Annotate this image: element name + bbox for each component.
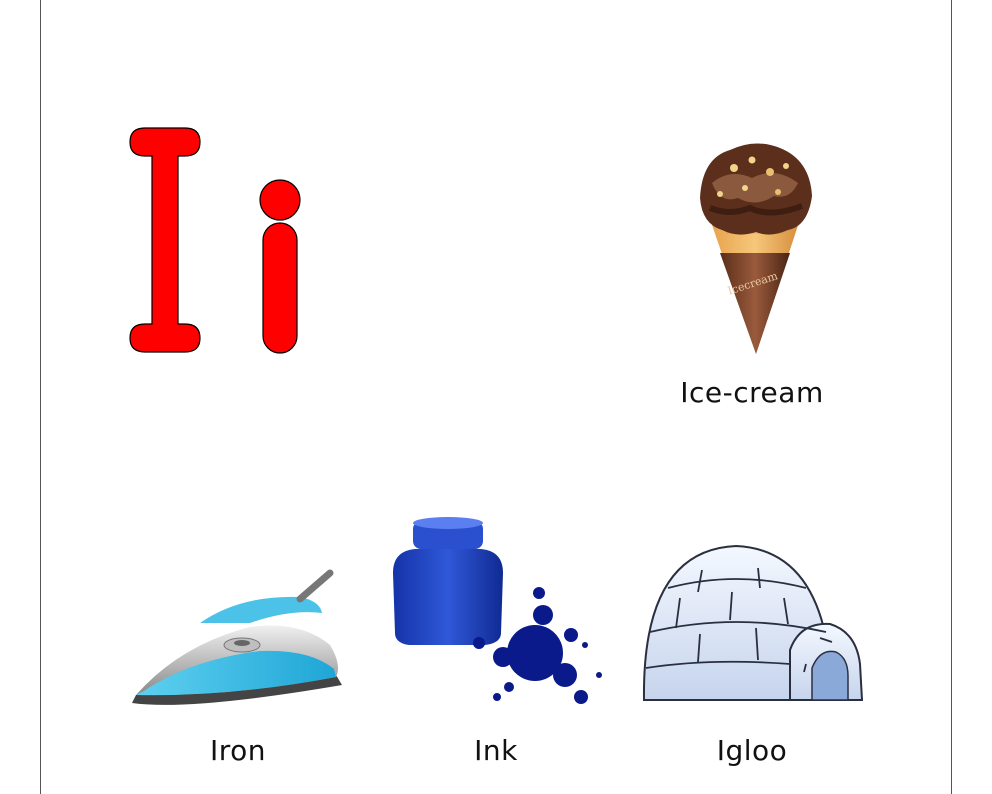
letter-lowercase-i (259, 179, 301, 354)
label-iron: Iron (209, 734, 267, 767)
label-igloo: Igloo (716, 734, 788, 767)
label-ink: Ink (474, 734, 518, 767)
label-ice-cream: Ice-cream (680, 376, 824, 409)
igloo-icon (642, 544, 864, 701)
iron-icon (132, 569, 342, 705)
ink-icon (393, 517, 602, 704)
letter-uppercase-i (129, 127, 201, 353)
ice-cream-icon: Icecream (700, 143, 812, 354)
